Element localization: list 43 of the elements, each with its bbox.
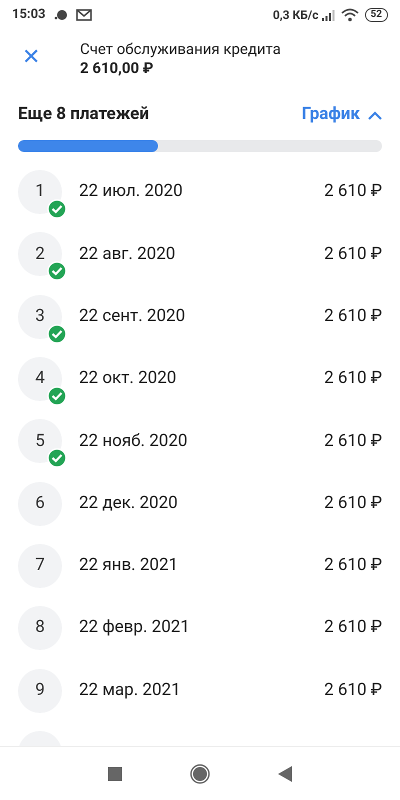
account-amount: 2 610,00 ₽ <box>80 58 154 78</box>
payment-amount: 2 610 ₽ <box>324 367 382 390</box>
payment-amount: 2 610 ₽ <box>324 180 382 204</box>
schedule-link[interactable]: График <box>302 102 382 128</box>
recents-button[interactable] <box>108 766 122 780</box>
payment-number: 3 <box>35 304 45 328</box>
account-title: Счет обслуживания кредита <box>80 40 281 58</box>
back-button[interactable] <box>278 766 292 782</box>
payment-amount: 2 610 ₽ <box>324 304 382 328</box>
payment-number: 2 <box>35 242 45 266</box>
payment-amount: 2 610 ₽ <box>324 430 382 453</box>
notification-icon <box>54 9 68 21</box>
payment-amount: 2 610 ₽ <box>324 616 382 640</box>
payment-date: 22 сент. 2020 <box>79 304 186 328</box>
payment-date: 22 авг. 2020 <box>79 242 176 266</box>
chevron-up-icon <box>368 110 382 120</box>
network-speed: 0,3 КБ/с <box>272 7 319 24</box>
payment-date: 22 янв. 2021 <box>79 554 180 578</box>
mail-icon <box>76 9 92 21</box>
close-button[interactable]: ✕ <box>0 43 62 73</box>
payment-number: 5 <box>35 430 45 453</box>
payment-date: 22 июл. 2020 <box>79 180 184 204</box>
battery-indicator: 52 <box>364 8 388 22</box>
payment-amount: 2 610 ₽ <box>324 554 382 578</box>
wifi-icon <box>340 8 359 22</box>
payment-number: 8 <box>35 616 45 640</box>
remaining-payments: Еще 8 платежей <box>18 103 149 126</box>
payment-number: 7 <box>35 554 45 578</box>
home-button[interactable] <box>190 764 210 784</box>
payment-date: 22 нояб. 2020 <box>79 430 188 453</box>
payment-number: 4 <box>35 367 45 390</box>
payment-date: 22 мар. 2021 <box>79 678 182 702</box>
payment-date: 22 февр. 2021 <box>79 616 191 640</box>
payment-number: 9 <box>35 678 45 702</box>
payment-amount: 2 610 ₽ <box>324 242 382 266</box>
payment-number: 6 <box>35 492 45 515</box>
payment-number: 1 <box>35 180 45 204</box>
signal-icon <box>320 9 335 21</box>
payment-amount: 2 610 ₽ <box>324 492 382 515</box>
payment-date: 22 дек. 2020 <box>79 492 179 515</box>
status-time: 15:03 <box>12 6 46 24</box>
payment-amount: 2 610 ₽ <box>324 678 382 702</box>
payment-date: 22 окт. 2020 <box>79 367 178 390</box>
